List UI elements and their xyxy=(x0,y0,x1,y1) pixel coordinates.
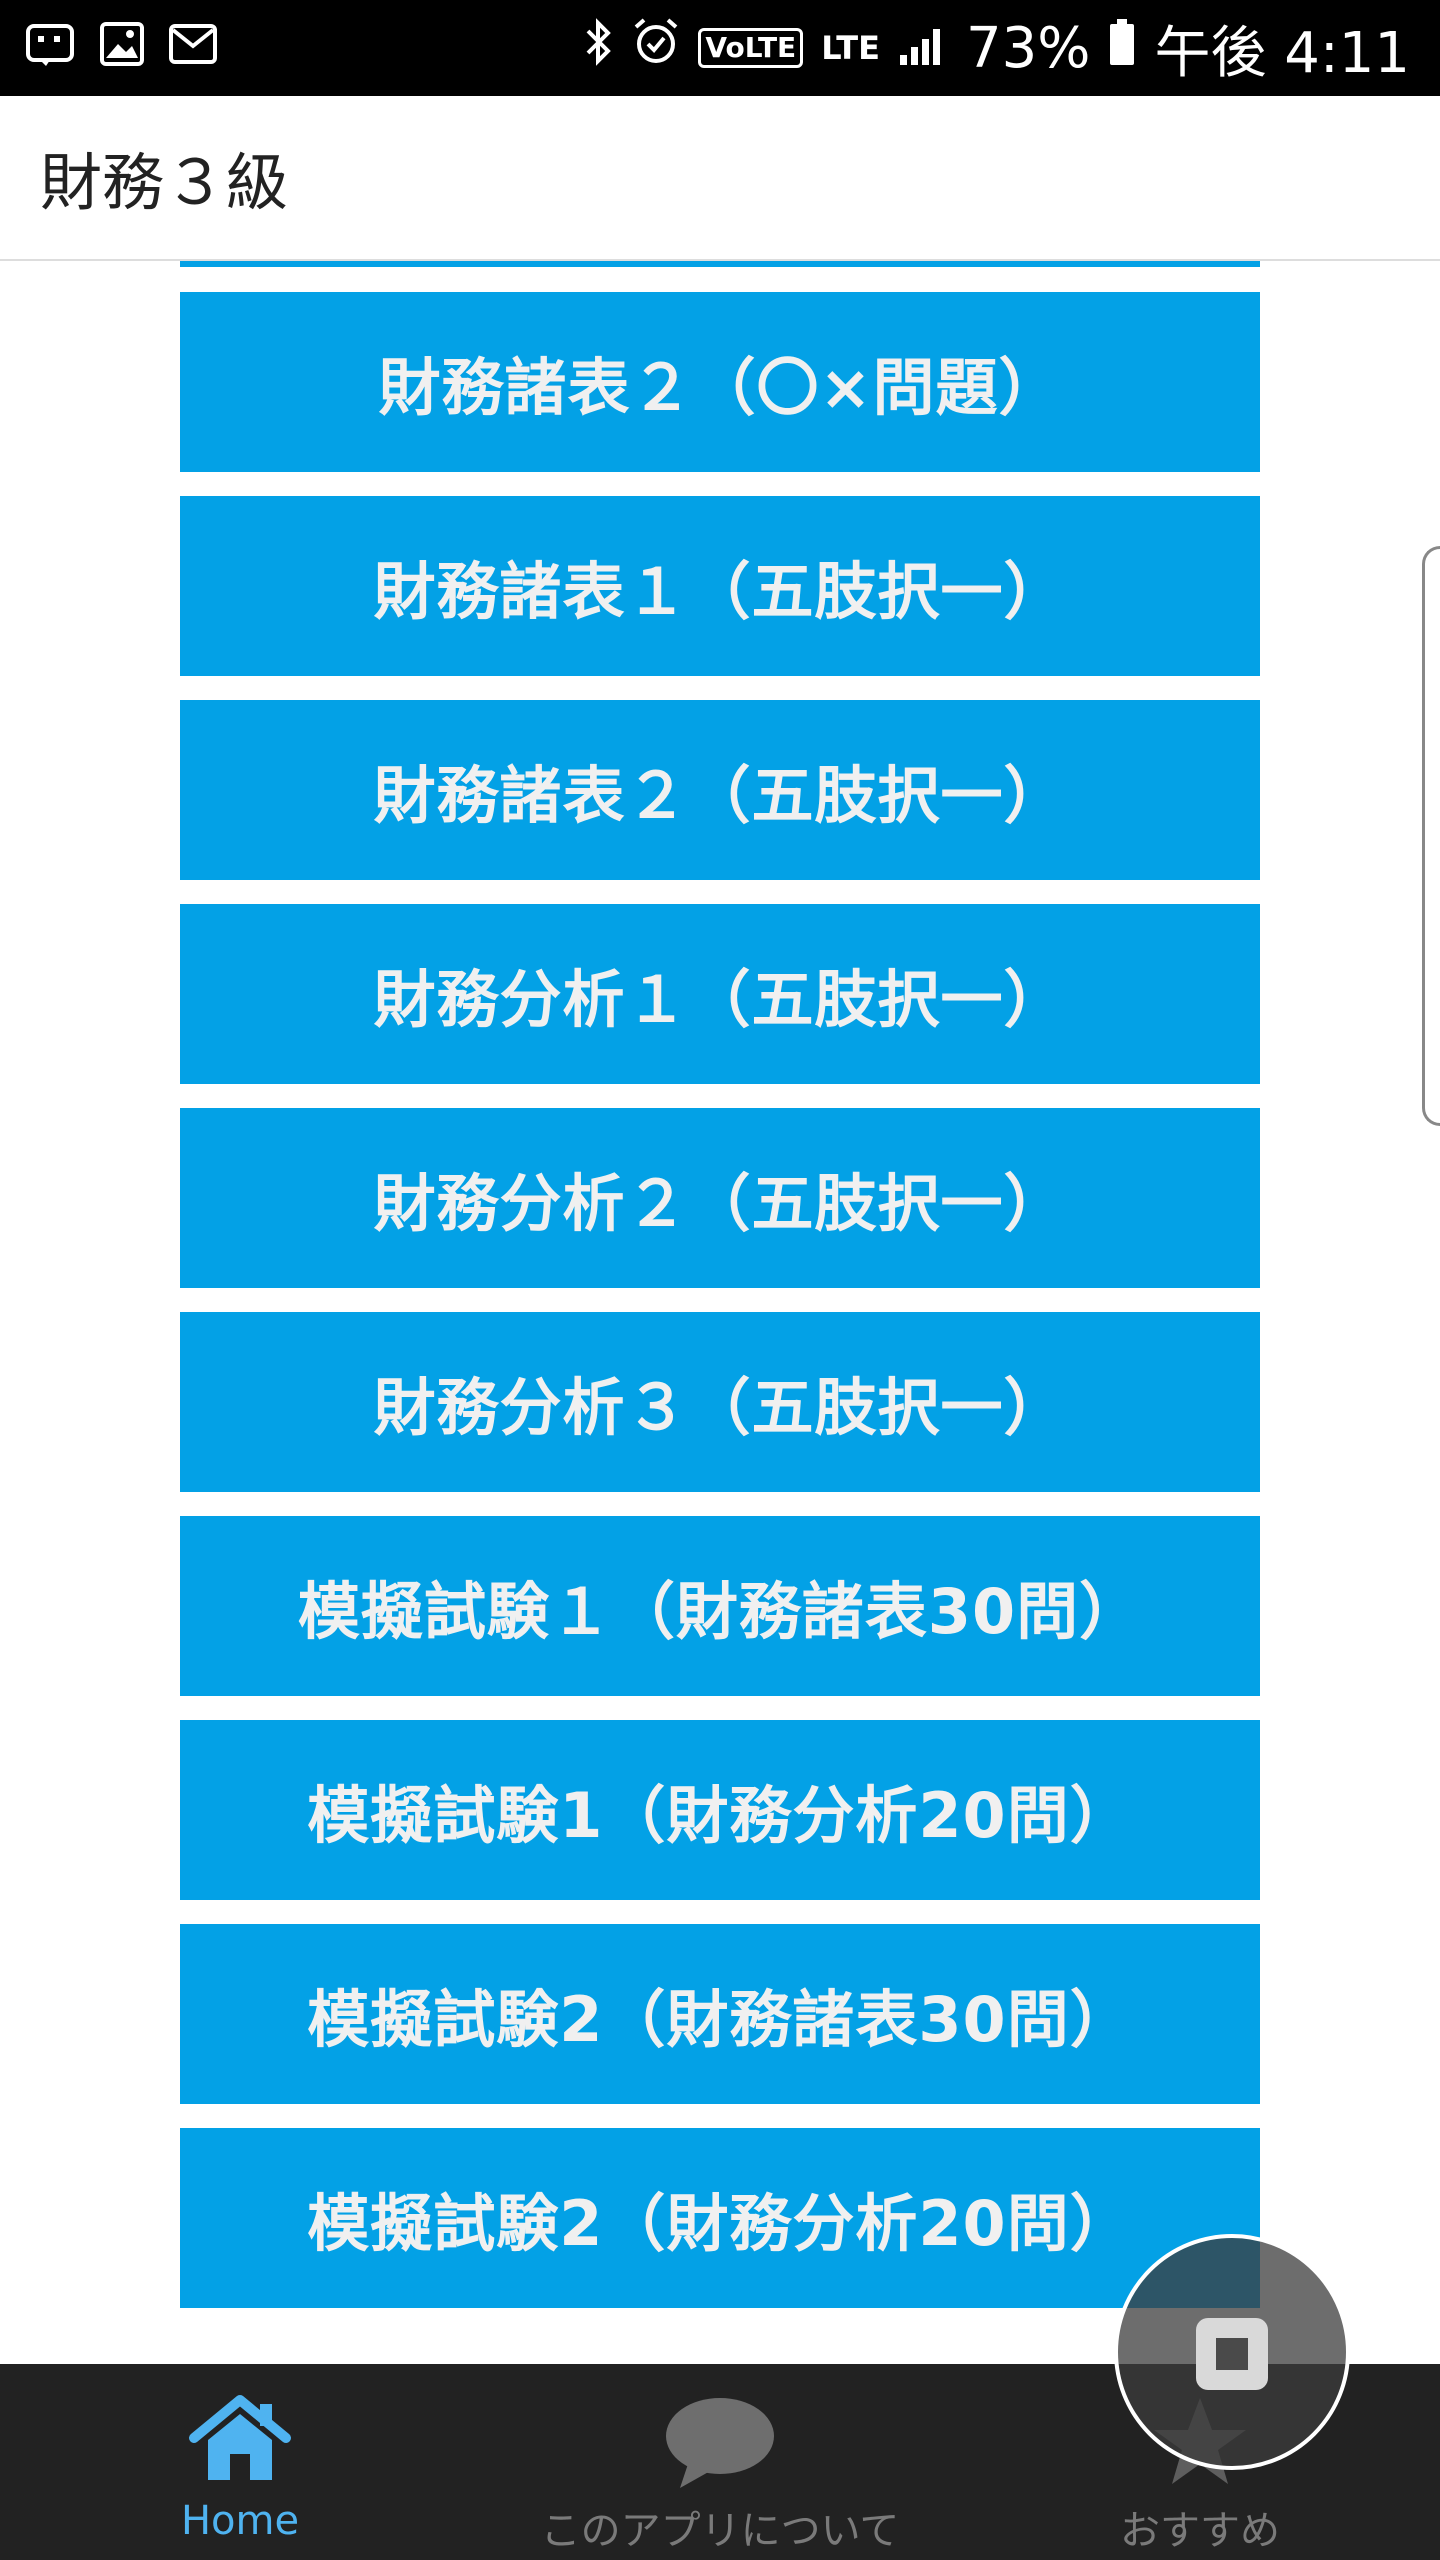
menu-button-1[interactable]: 財務諸表１（五肢択一） xyxy=(180,496,1260,676)
mail-icon xyxy=(168,22,218,70)
nav-label-home: Home xyxy=(180,2498,300,2544)
notification-icon xyxy=(24,18,76,74)
edge-panel-handle[interactable] xyxy=(1422,546,1440,1126)
bluetooth-icon xyxy=(584,16,614,81)
speech-bubble-icon xyxy=(662,2394,778,2494)
network-type: LTE xyxy=(821,29,880,67)
page-title: 財務３級 xyxy=(40,146,289,219)
menu-button-7[interactable]: 模擬試験1（財務分析20問） xyxy=(180,1720,1260,1900)
menu-button-6[interactable]: 模擬試験１（財務諸表30問） xyxy=(180,1516,1260,1696)
menu-button-8[interactable]: 模擬試験2（財務諸表30問） xyxy=(180,1924,1260,2104)
nav-item-home[interactable]: Home xyxy=(0,2364,480,2560)
partial-menu-button[interactable] xyxy=(180,261,1260,267)
menu-button-2[interactable]: 財務諸表２（五肢択一） xyxy=(180,700,1260,880)
menu-list[interactable]: 財務諸表２（〇×問題） 財務諸表１（五肢択一） 財務諸表２（五肢択一） 財務分析… xyxy=(0,261,1440,2364)
signal-icon xyxy=(898,16,948,81)
nav-label-about: このアプリについて xyxy=(540,2508,900,2554)
status-right: VoLTE LTE 73% 午後 4:11 xyxy=(584,10,1410,86)
floating-stop-button[interactable] xyxy=(1114,2234,1350,2470)
menu-button-9[interactable]: 模擬試験2（財務分析20問） xyxy=(180,2128,1260,2308)
alarm-icon xyxy=(632,16,680,81)
gallery-icon xyxy=(98,20,146,72)
battery-icon xyxy=(1108,16,1136,81)
battery-percent: 73% xyxy=(965,15,1091,81)
nav-item-about[interactable]: このアプリについて xyxy=(480,2364,960,2560)
menu-button-4[interactable]: 財務分析２（五肢択一） xyxy=(180,1108,1260,1288)
home-icon xyxy=(188,2394,292,2488)
status-bar: VoLTE LTE 73% 午後 4:11 xyxy=(0,0,1440,96)
app-bar: 財務３級 xyxy=(0,96,1440,261)
stop-icon xyxy=(1196,2318,1268,2390)
volte-badge: VoLTE xyxy=(698,28,804,68)
menu-button-5[interactable]: 財務分析３（五肢択一） xyxy=(180,1312,1260,1492)
nav-label-recommend: おすすめ xyxy=(1120,2508,1280,2554)
menu-button-0[interactable]: 財務諸表２（〇×問題） xyxy=(180,292,1260,472)
menu-button-3[interactable]: 財務分析１（五肢択一） xyxy=(180,904,1260,1084)
clock: 午後 4:11 xyxy=(1154,20,1410,86)
status-left-icons xyxy=(24,18,218,74)
